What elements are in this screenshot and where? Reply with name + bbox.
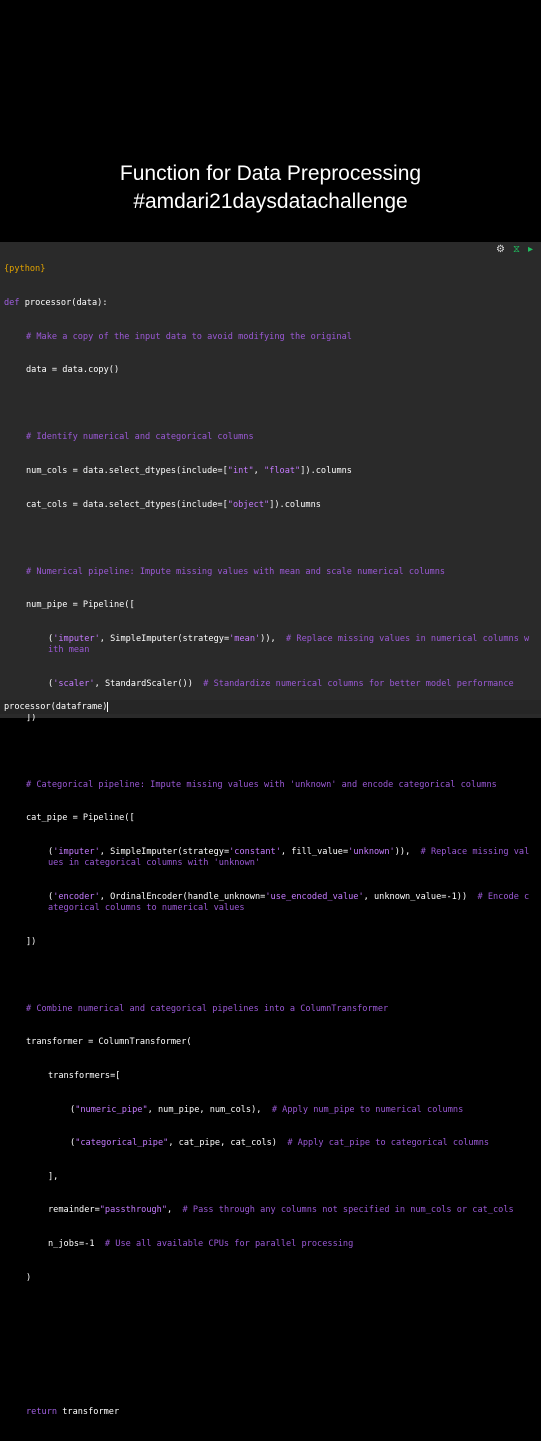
code-line: ('imputer', SimpleImputer(strategy='mean… xyxy=(4,634,534,656)
code-comment: # Use all available CPUs for parallel pr… xyxy=(104,1239,354,1250)
code-line: num_cols = data.select_dtypes(include=["… xyxy=(4,466,534,477)
caption-line-1: Function for Data Preprocessing xyxy=(119,162,422,185)
string-literal: 'encoder' xyxy=(53,891,100,902)
code-comment: # Standardize numerical columns for bett… xyxy=(203,678,514,689)
code-text: ]).columns xyxy=(269,499,321,510)
code-comment: # Make a copy of the input data to avoid… xyxy=(26,331,352,342)
string-literal: "object" xyxy=(227,499,270,510)
language-tag: {python} xyxy=(4,264,46,275)
code-text: , cat_pipe, cat_cols) xyxy=(168,1138,288,1149)
code-comment: # Identify numerical and categorical col… xyxy=(26,432,254,443)
code-text: , OrdinalEncoder(handle_unknown= xyxy=(99,891,266,902)
string-literal: 'imputer' xyxy=(53,846,100,857)
code-text: ]).columns xyxy=(300,466,352,477)
code-line: transformer = ColumnTransformer( xyxy=(26,1037,192,1048)
code-line: ('encoder', OrdinalEncoder(handle_unknow… xyxy=(4,892,534,914)
string-literal: "float" xyxy=(264,466,301,477)
code-text: remainder= xyxy=(48,1205,100,1216)
string-literal: 'constant' xyxy=(229,846,281,857)
console-command: processor(dataframe) xyxy=(4,702,108,712)
code-text: )), xyxy=(394,846,421,857)
code-text: , SimpleImputer(strategy= xyxy=(99,634,230,645)
code-line: ]) xyxy=(26,712,37,723)
keyword: return xyxy=(26,1407,58,1418)
code-text: , unknown_value=-1)) xyxy=(363,891,478,902)
code-text: , fill_value= xyxy=(280,846,349,857)
code-comment: # Pass through any columns not specified… xyxy=(182,1205,514,1216)
code-comment: # Apply num_pipe to numerical columns xyxy=(271,1104,464,1115)
code-line: num_pipe = Pipeline([ xyxy=(26,600,135,611)
string-literal: "int" xyxy=(227,466,254,477)
code-text: , SimpleImputer(strategy= xyxy=(99,846,230,857)
code-line: ("numeric_pipe", num_pipe, num_cols), # … xyxy=(4,1105,534,1116)
code-line: remainder="passthrough", # Pass through … xyxy=(4,1205,534,1216)
text-cursor xyxy=(107,701,109,712)
code-block[interactable]: {python} def processor(data): # Make a c… xyxy=(4,242,534,1441)
string-literal: "numeric_pipe" xyxy=(75,1104,148,1115)
code-comment: # Numerical pipeline: Impute missing val… xyxy=(26,566,446,577)
code-line: ('scaler', StandardScaler()) # Standardi… xyxy=(4,679,534,690)
code-text: , xyxy=(253,466,265,477)
code-text: n_jobs=-1 xyxy=(48,1239,105,1250)
code-comment: # Categorical pipeline: Impute missing v… xyxy=(26,779,497,790)
code-line: ], xyxy=(48,1171,59,1182)
code-text: cat_cols = data.select_dtypes(include=[ xyxy=(26,499,228,510)
string-literal: "categorical_pipe" xyxy=(75,1138,169,1149)
code-text: , num_pipe, num_cols), xyxy=(147,1104,272,1115)
string-literal: "passthrough" xyxy=(99,1205,168,1216)
code-line: cat_cols = data.select_dtypes(include=["… xyxy=(4,500,534,511)
string-literal: 'unknown' xyxy=(348,846,395,857)
code-line: data = data.copy() xyxy=(26,365,120,376)
console-input[interactable]: processor(dataframe) xyxy=(0,700,541,714)
string-literal: 'scaler' xyxy=(53,678,95,689)
string-literal: 'use_encoded_value' xyxy=(265,891,364,902)
code-line: return transformer xyxy=(4,1407,534,1418)
string-literal: 'mean' xyxy=(229,634,261,645)
code-editor[interactable]: ⚙ ⧖ ▸ {python} def processor(data): # Ma… xyxy=(0,242,541,1417)
string-literal: 'imputer' xyxy=(53,634,100,645)
code-text: num_cols = data.select_dtypes(include=[ xyxy=(26,466,228,477)
code-text: , StandardScaler()) xyxy=(94,678,204,689)
caption-line-2: #amdari21daysdatachallenge xyxy=(133,190,408,213)
code-text: , xyxy=(167,1205,183,1216)
video-caption: Function for Data Preprocessing #amdari2… xyxy=(0,160,541,216)
code-line: transformers=[ xyxy=(48,1070,121,1081)
code-line: n_jobs=-1 # Use all available CPUs for p… xyxy=(4,1239,534,1250)
code-text: processor(data): xyxy=(24,298,108,309)
keyword: def xyxy=(4,298,20,309)
code-line: ) xyxy=(26,1272,32,1283)
code-line: ('imputer', SimpleImputer(strategy='cons… xyxy=(4,847,534,869)
code-comment: # Combine numerical and categorical pipe… xyxy=(26,1003,389,1014)
code-line: def processor(data): xyxy=(4,298,534,309)
code-text: )), xyxy=(260,634,287,645)
code-line: ("categorical_pipe", cat_pipe, cat_cols)… xyxy=(4,1138,534,1149)
code-text: transformer xyxy=(57,1407,120,1418)
code-line: ]) xyxy=(26,936,37,947)
code-comment: # Apply cat_pipe to categorical columns xyxy=(287,1138,490,1149)
code-line: cat_pipe = Pipeline([ xyxy=(26,813,135,824)
